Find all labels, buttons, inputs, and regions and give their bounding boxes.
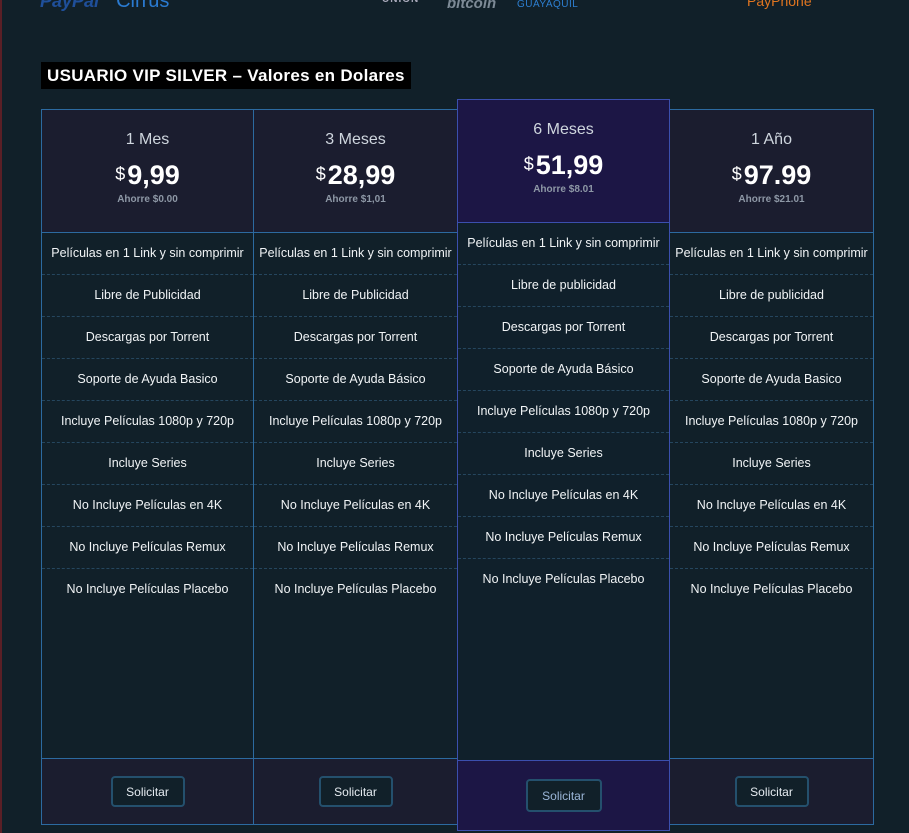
plan-name: 3 Meses xyxy=(325,131,386,148)
feature-item: No Incluye Películas en 4K xyxy=(42,485,253,527)
feature-item: No Incluye Películas Remux xyxy=(458,517,669,559)
cirrus-logo-text: Cirrus xyxy=(116,0,170,12)
section-title: USUARIO VIP SILVER – Valores en Dolares xyxy=(41,62,411,89)
feature-item: No Incluye Películas Placebo xyxy=(66,582,229,596)
pricing-tables: 1 Mes $9,99 Ahorre $0.00 Películas en 1 … xyxy=(41,99,874,831)
feature-item: Descargas por Torrent xyxy=(254,317,457,359)
price-amount: 51,99 xyxy=(535,150,604,180)
plan-card-3-months: 3 Meses $28,99 Ahorre $1,01 Películas en… xyxy=(253,109,458,825)
plan-header: 3 Meses $28,99 Ahorre $1,01 xyxy=(254,110,457,233)
feature-item: Incluye Series xyxy=(254,443,457,485)
unionpay-logo: UNION xyxy=(382,0,419,14)
feature-item: Soporte de Ayuda Básico xyxy=(458,349,669,391)
plan-header: 1 Mes $9,99 Ahorre $0.00 xyxy=(42,110,253,233)
plan-name: 1 Año xyxy=(751,131,792,148)
plan-name: 6 Meses xyxy=(533,121,594,138)
feature-item: No Incluye Películas Remux xyxy=(42,527,253,569)
solicitar-button[interactable]: Solicitar xyxy=(734,776,809,807)
plan-price: $97.99 xyxy=(670,160,873,194)
feature-item: Soporte de Ayuda Básico xyxy=(254,359,457,401)
plan-saving: Ahorre $0.00 xyxy=(117,194,178,205)
paypal-logo-text: PayPal xyxy=(40,0,100,11)
plan-footer: Solicitar xyxy=(458,760,669,830)
payphone-logo: PayPhone xyxy=(747,0,812,9)
feature-item: Libre de Publicidad xyxy=(254,275,457,317)
currency-symbol: $ xyxy=(315,164,326,184)
feature-item: Libre de Publicidad xyxy=(42,275,253,317)
feature-item: Incluye Series xyxy=(458,433,669,475)
feature-item: Incluye Series xyxy=(42,443,253,485)
feature-item: No Incluye Películas Placebo xyxy=(274,582,437,596)
feature-list: Películas en 1 Link y sin comprimir Libr… xyxy=(670,233,873,610)
feature-item: Soporte de Ayuda Basico xyxy=(42,359,253,401)
feature-item: Incluye Películas 1080p y 720p xyxy=(458,391,669,433)
price-amount: 9,99 xyxy=(127,160,180,190)
plan-header: 6 Meses $51,99 Ahorre $8.01 xyxy=(458,100,669,223)
feature-item: No Incluye Películas en 4K xyxy=(670,485,873,527)
plan-price: $28,99 xyxy=(254,160,457,194)
feature-item: Películas en 1 Link y sin comprimir xyxy=(458,223,669,265)
feature-item: No Incluye Películas Placebo xyxy=(482,572,645,586)
feature-item: Libre de publicidad xyxy=(458,265,669,307)
feature-item: Películas en 1 Link y sin comprimir xyxy=(670,233,873,275)
bitcoin-logo: bitcoin xyxy=(447,0,497,12)
solicitar-button[interactable]: Solicitar xyxy=(110,776,185,807)
plan-card-1-year: 1 Año $97.99 Ahorre $21.01 Películas en … xyxy=(669,109,874,825)
price-amount: 28,99 xyxy=(327,160,396,190)
currency-symbol: $ xyxy=(523,154,534,174)
feature-item: Soporte de Ayuda Basico xyxy=(670,359,873,401)
feature-item: No Incluye Películas Remux xyxy=(670,527,873,569)
plan-saving: Ahorre $21.01 xyxy=(738,194,805,205)
feature-item: Incluye Películas 1080p y 720p xyxy=(42,401,253,443)
plan-price: $51,99 xyxy=(458,150,669,184)
price-amount: 97.99 xyxy=(743,160,812,190)
plan-saving: Ahorre $1,01 xyxy=(325,194,386,205)
solicitar-button[interactable]: Solicitar xyxy=(525,779,602,812)
feature-item: Descargas por Torrent xyxy=(458,307,669,349)
plan-name: 1 Mes xyxy=(125,131,170,148)
feature-item: Descargas por Torrent xyxy=(670,317,873,359)
banco-guayaquil-logo: GUAYAQUIL xyxy=(517,0,579,10)
plan-footer: Solicitar xyxy=(254,758,457,824)
plan-header: 1 Año $97.99 Ahorre $21.01 xyxy=(670,110,873,233)
plan-card-1-month: 1 Mes $9,99 Ahorre $0.00 Películas en 1 … xyxy=(41,109,254,825)
feature-list: Películas en 1 Link y sin comprimir Libr… xyxy=(42,233,253,610)
feature-item: Incluye Series xyxy=(670,443,873,485)
plan-price: $9,99 xyxy=(42,160,253,194)
feature-list: Películas en 1 Link y sin comprimir Libr… xyxy=(458,223,669,600)
banco-pichincha-logo: BANCO PICHINCHA xyxy=(828,0,893,15)
feature-list: Películas en 1 Link y sin comprimir Libr… xyxy=(254,233,457,610)
paypal-logo: PayPal Cirrus xyxy=(40,0,170,12)
plan-saving: Ahorre $8.01 xyxy=(533,184,594,195)
feature-item: Libre de publicidad xyxy=(670,275,873,317)
feature-item: No Incluye Películas Placebo xyxy=(690,582,853,596)
feature-item: Películas en 1 Link y sin comprimir xyxy=(42,233,253,275)
feature-item: Películas en 1 Link y sin comprimir xyxy=(254,233,457,275)
feature-item: No Incluye Películas Remux xyxy=(254,527,457,569)
currency-symbol: $ xyxy=(115,164,126,184)
plan-footer: Solicitar xyxy=(42,758,253,824)
currency-symbol: $ xyxy=(731,164,742,184)
feature-item: No Incluye Películas en 4K xyxy=(458,475,669,517)
plan-footer: Solicitar xyxy=(670,758,873,824)
solicitar-button[interactable]: Solicitar xyxy=(318,776,393,807)
page-edge xyxy=(0,0,2,833)
feature-item: Incluye Películas 1080p y 720p xyxy=(254,401,457,443)
feature-item: No Incluye Películas en 4K xyxy=(254,485,457,527)
feature-item: Descargas por Torrent xyxy=(42,317,253,359)
plan-card-6-months: 6 Meses $51,99 Ahorre $8.01 Películas en… xyxy=(457,99,670,831)
feature-item: Incluye Películas 1080p y 720p xyxy=(670,401,873,443)
